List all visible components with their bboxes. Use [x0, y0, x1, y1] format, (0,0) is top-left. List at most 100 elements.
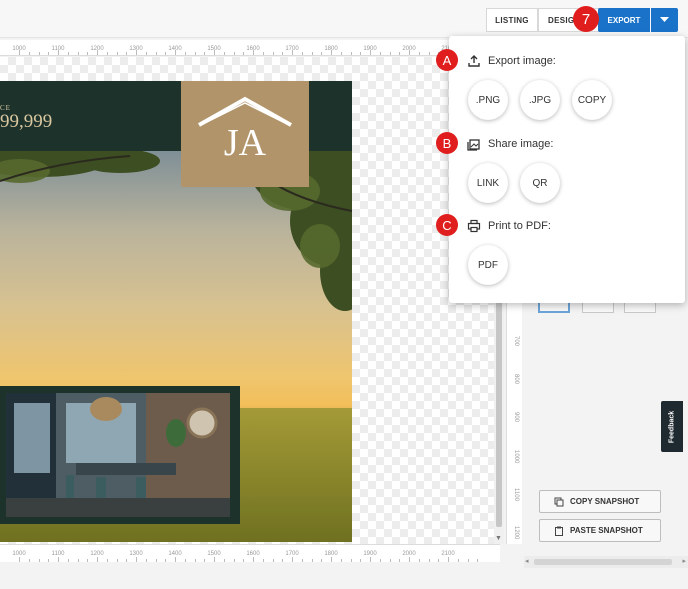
ruler-tick-mark: [457, 559, 459, 562]
ruler-tick-mark: [262, 52, 264, 55]
ruler-tick-mark: [116, 52, 118, 55]
ruler-tick-mark: [48, 559, 50, 562]
ruler-tick-mark: [321, 559, 323, 562]
share-qr-button[interactable]: QR: [520, 163, 560, 203]
scroll-right-arrow-icon[interactable]: ▸: [682, 557, 686, 565]
ruler-tick-mark: [175, 557, 176, 562]
ruler-tick-mark: [97, 50, 98, 55]
ruler-tick-mark: [204, 559, 206, 562]
ruler-tick-mark: [370, 50, 371, 55]
step-badge-a: A: [436, 49, 458, 71]
printer-icon: [467, 219, 481, 233]
export-dropdown-menu: Export image: .PNG .JPG COPY Share image…: [449, 36, 685, 303]
ruler-tick-mark: [418, 52, 420, 55]
dining-room-photo: [6, 393, 230, 517]
print-pdf-heading: Print to PDF:: [467, 219, 551, 233]
ruler-tick-mark: [331, 50, 332, 55]
panel-horizontal-scrollbar[interactable]: ◂ ▸: [524, 556, 688, 568]
ruler-tick-mark: [282, 559, 284, 562]
ruler-tick-mark: [350, 52, 352, 55]
export-image-heading: Export image:: [467, 54, 556, 68]
paste-snapshot-button[interactable]: PASTE SNAPSHOT: [539, 519, 661, 542]
ruler-tick-label: 1200: [513, 526, 519, 540]
ruler-tick-mark: [184, 52, 186, 55]
ruler-tick-mark: [438, 559, 440, 562]
ruler-tick-mark: [272, 559, 274, 562]
ruler-tick-mark: [243, 52, 245, 55]
price-value: 99,999: [0, 111, 53, 132]
export-button[interactable]: EXPORT: [598, 8, 650, 32]
export-jpg-button[interactable]: .JPG: [520, 80, 560, 120]
ruler-tick-mark: [194, 559, 196, 562]
ruler-tick-mark: [428, 559, 430, 562]
feedback-tab[interactable]: Feedback: [661, 401, 683, 452]
ruler-tick-mark: [19, 557, 20, 562]
ruler-tick-mark: [301, 559, 303, 562]
ruler-tick-mark: [58, 50, 59, 55]
ruler-tick-mark: [350, 559, 352, 562]
ruler-tick-mark: [87, 52, 89, 55]
ruler-tick-mark: [38, 559, 40, 562]
ruler-tick-mark: [116, 559, 118, 562]
tab-listing[interactable]: LISTING: [486, 8, 538, 32]
print-pdf-title: Print to PDF:: [488, 220, 551, 232]
ruler-tick-mark: [301, 52, 303, 55]
paste-snapshot-label: PASTE SNAPSHOT: [570, 526, 643, 535]
ruler-tick-mark: [214, 50, 215, 55]
ruler-tick-mark: [223, 52, 225, 55]
ruler-tick-mark: [87, 559, 89, 562]
ruler-tick-mark: [233, 559, 235, 562]
paste-icon: [555, 526, 563, 536]
ruler-tick-mark: [282, 52, 284, 55]
ruler-tick-mark: [38, 52, 40, 55]
ruler-tick-mark: [389, 559, 391, 562]
scroll-left-arrow-icon[interactable]: ◂: [525, 557, 529, 565]
ruler-tick-mark: [106, 559, 108, 562]
copy-snapshot-button[interactable]: COPY SNAPSHOT: [539, 490, 661, 513]
panel-scrollbar-thumb[interactable]: [534, 559, 672, 565]
ruler-tick-mark: [399, 559, 401, 562]
ruler-tick-mark: [448, 557, 449, 562]
ruler-tick-mark: [389, 52, 391, 55]
ruler-tick-mark: [418, 559, 420, 562]
ruler-tick-mark: [292, 557, 293, 562]
caret-down-icon: [660, 17, 669, 22]
ruler-tick-mark: [467, 559, 469, 562]
ruler-tick-mark: [253, 557, 254, 562]
ruler-tick-mark: [360, 559, 362, 562]
export-copy-button[interactable]: COPY: [572, 80, 612, 120]
ruler-tick-mark: [477, 559, 479, 562]
logo-lettering: JA: [224, 122, 267, 161]
ruler-tick-mark: [321, 52, 323, 55]
ruler-tick-mark: [340, 52, 342, 55]
ruler-tick-mark: [126, 559, 128, 562]
ruler-tick-mark: [311, 52, 313, 55]
ruler-tick-mark: [331, 557, 332, 562]
ruler-tick-mark: [262, 559, 264, 562]
flyer-design[interactable]: CE 99,999 JA: [0, 81, 352, 542]
export-dropdown-toggle[interactable]: [651, 8, 678, 32]
ruler-tick-mark: [28, 559, 30, 562]
ruler-tick-label: 900: [513, 412, 519, 423]
ruler-tick-mark: [77, 559, 79, 562]
ruler-tick-mark: [409, 557, 410, 562]
ruler-tick-mark: [253, 50, 254, 55]
scroll-down-arrow-icon[interactable]: ▼: [495, 535, 502, 542]
print-pdf-button[interactable]: PDF: [468, 245, 508, 285]
app-window: LISTING DESIGN EXPORT 1000 1100 1200 1300 14…: [0, 0, 688, 589]
house-logo-icon: JA: [198, 96, 292, 161]
ruler-tick-mark: [155, 559, 157, 562]
ruler-tick-mark: [340, 559, 342, 562]
ruler-top: 1000 1100 1200 1300 1400 1500 1600 1700 1800 1900…: [0, 40, 500, 56]
ruler-bottom: 1000 1100 1200 1300 1400 1500 1600 1700 1800 1900…: [0, 544, 500, 562]
ruler-tick-mark: [67, 559, 69, 562]
logo-box: JA: [181, 81, 309, 187]
ruler-tick-mark: [379, 52, 381, 55]
ruler-tick-mark: [194, 52, 196, 55]
share-link-button[interactable]: LINK: [468, 163, 508, 203]
ruler-tick-mark: [379, 559, 381, 562]
export-png-button[interactable]: .PNG: [468, 80, 508, 120]
ruler-tick-mark: [409, 50, 410, 55]
step-badge-b: B: [436, 132, 458, 154]
ruler-tick-mark: [165, 559, 167, 562]
